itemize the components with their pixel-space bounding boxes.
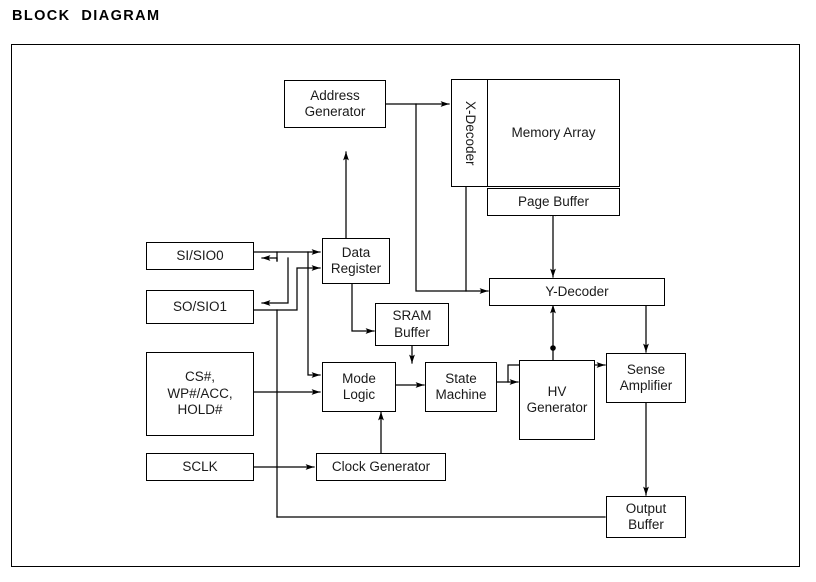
page-title: BLOCK DIAGRAM: [12, 8, 161, 24]
block-si-sio0[interactable]: SI/SIO0: [146, 242, 254, 270]
block-control-pins[interactable]: CS#, WP#/ACC, HOLD#: [146, 352, 254, 436]
block-sclk[interactable]: SCLK: [146, 453, 254, 481]
block-mode-logic[interactable]: Mode Logic: [322, 362, 396, 412]
block-clock-generator[interactable]: Clock Generator: [316, 453, 446, 481]
block-address-generator[interactable]: Address Generator: [284, 80, 386, 128]
block-sram-buffer[interactable]: SRAM Buffer: [375, 303, 449, 346]
block-page-buffer[interactable]: Page Buffer: [487, 188, 620, 216]
block-so-sio1[interactable]: SO/SIO1: [146, 290, 254, 324]
block-data-register[interactable]: Data Register: [322, 238, 390, 284]
block-output-buffer[interactable]: Output Buffer: [606, 496, 686, 538]
block-sense-amplifier[interactable]: Sense Amplifier: [606, 353, 686, 403]
block-x-decoder[interactable]: X-Decoder: [451, 79, 489, 187]
block-y-decoder[interactable]: Y-Decoder: [489, 278, 665, 306]
block-memory-array[interactable]: Memory Array: [487, 79, 620, 187]
block-hv-generator[interactable]: HV Generator: [519, 360, 595, 440]
block-state-machine[interactable]: State Machine: [425, 362, 497, 412]
